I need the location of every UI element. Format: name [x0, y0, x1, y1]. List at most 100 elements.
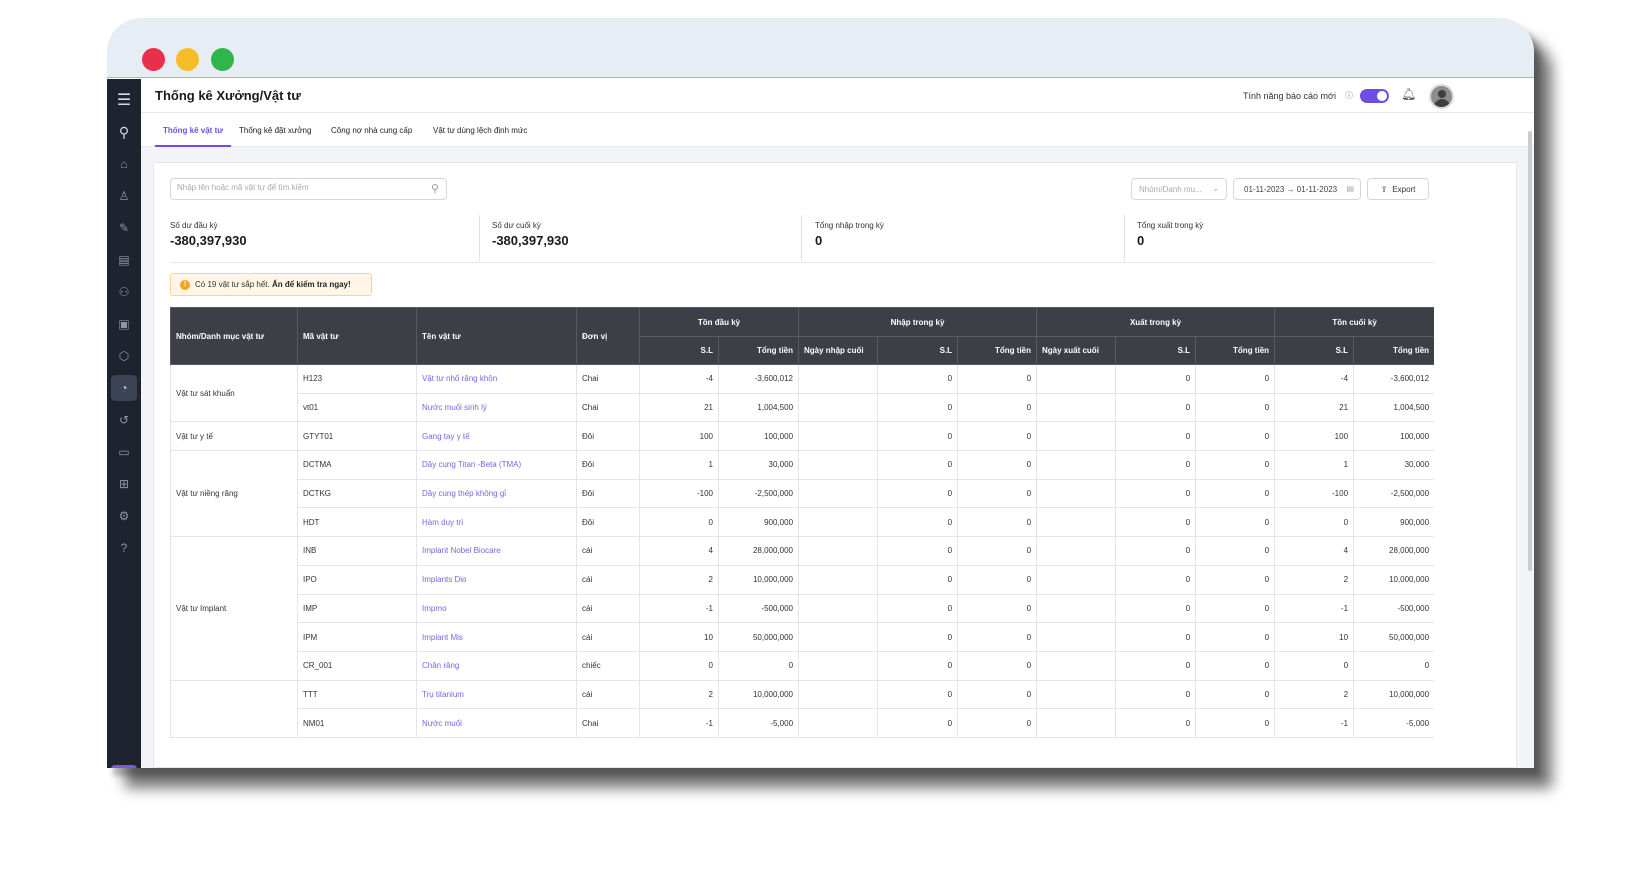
- close-window-button[interactable]: [142, 48, 165, 71]
- cell-opening-total: -3,600,012: [717, 364, 800, 394]
- cell-export-qty: 0: [1115, 392, 1197, 423]
- search-input[interactable]: [177, 183, 417, 192]
- bell-icon[interactable]: 🔔︎: [1401, 87, 1416, 101]
- tab-supplier-debt[interactable]: Công nợ nhà cung cấp: [331, 126, 412, 135]
- group-select[interactable]: Nhóm/Danh mu... ⌄: [1131, 178, 1227, 200]
- cell-closing-qty: 2: [1274, 679, 1355, 710]
- cell-import-total: 0: [957, 708, 1038, 738]
- table-row[interactable]: vt01 Nước muối sinh lý Chai 21 1,004,500 0 0 0 0…: [171, 392, 1434, 423]
- tooth-icon[interactable]: ✎: [107, 215, 141, 241]
- cell-export-qty: 0: [1115, 564, 1197, 595]
- calendar-badge-icon[interactable]: 01: [111, 765, 137, 768]
- cell-name[interactable]: Hàm duy trì: [416, 507, 577, 538]
- cell-closing-qty: -100: [1274, 478, 1355, 509]
- cell-import-qty: 0: [877, 478, 959, 509]
- header-name: Tên vật tư: [416, 307, 577, 365]
- cell-opening-total: 28,000,000: [717, 536, 800, 566]
- info-icon[interactable]: ⓘ: [1345, 90, 1353, 101]
- cell-last-export-date: [1036, 364, 1117, 394]
- home-icon[interactable]: ⌂: [107, 151, 141, 177]
- table-row[interactable]: HDT Hàm duy trì Đôi 0 900,000 0 0 0 0 0 900,000: [171, 507, 1434, 538]
- apps-icon[interactable]: ⊞: [107, 471, 141, 497]
- export-label: Export: [1392, 184, 1416, 194]
- cell-last-import-date: [798, 421, 879, 452]
- cell-export-total: 0: [1195, 622, 1276, 652]
- date-range-value: 01-11-2023 → 01-11-2023: [1244, 185, 1338, 194]
- table-row[interactable]: Vật tư niềng răng DCTMA Dây cung Titan -Be…: [170, 450, 1434, 538]
- cell-name[interactable]: Nước muối: [416, 708, 577, 738]
- header-import-total: Tổng tiền: [957, 336, 1038, 365]
- cell-group: Vật tư Implant: [170, 536, 298, 681]
- help-icon[interactable]: ?: [107, 535, 141, 561]
- cell-import-total: 0: [957, 622, 1038, 652]
- cell-export-total: 0: [1195, 564, 1276, 595]
- avatar[interactable]: [1429, 84, 1454, 109]
- cell-opening-total: 10,000,000: [717, 679, 800, 710]
- tab-workshop-orders[interactable]: Thống kê đặt xưởng: [239, 126, 311, 135]
- table-row[interactable]: IMP Impmo cái -1 -500,000 0 0 0 0 -1 -500,000: [171, 593, 1434, 624]
- cell-name[interactable]: Implant Mis: [416, 622, 577, 652]
- cell-name[interactable]: Trụ titanium: [416, 679, 577, 710]
- cell-export-total: 0: [1195, 536, 1276, 566]
- image-icon[interactable]: ▣: [107, 311, 141, 337]
- alert-text: Có 19 vật tư sắp hết.: [195, 280, 270, 289]
- header-group: Nhóm/Danh mục vật tư: [170, 307, 298, 365]
- calendar-icon[interactable]: ▤: [107, 247, 141, 273]
- table-row[interactable]: NM01 Nước muối Chai -1 -5,000 0 0 0 0 -1 -5,000: [171, 708, 1434, 738]
- page-scrollbar[interactable]: [1528, 131, 1532, 571]
- table-row[interactable]: TTT Trụ titanium cái 2 10,000,000 0 0 0 0 2 10,000…: [170, 679, 1434, 738]
- cell-name[interactable]: Chân răng: [416, 650, 577, 681]
- date-range-picker[interactable]: 01-11-2023 → 01-11-2023 ▤: [1233, 178, 1361, 200]
- cell-export-total: 0: [1195, 650, 1276, 681]
- users-icon[interactable]: ⚇: [107, 279, 141, 305]
- user-icon[interactable]: ♙: [107, 183, 141, 209]
- summary-stats: Số dư đầu kỳ -380,397,930 Số dư cuối kỳ …: [170, 215, 1434, 263]
- cell-export-total: 0: [1195, 507, 1276, 538]
- table-row[interactable]: Vật tư Implant INB Implant Nobel Biocare cá…: [170, 536, 1434, 681]
- search-icon[interactable]: ⚲: [431, 182, 439, 195]
- cell-last-export-date: [1036, 564, 1117, 595]
- box-icon[interactable]: ⬡: [107, 343, 141, 369]
- cell-export-total: 0: [1195, 450, 1276, 480]
- cell-import-total: 0: [957, 536, 1038, 566]
- cell-export-total: 0: [1195, 421, 1276, 452]
- menu-icon[interactable]: ☰: [107, 87, 141, 113]
- cell-export-qty: 0: [1115, 536, 1197, 566]
- cell-name[interactable]: Dây cung thép không gỉ: [416, 478, 577, 509]
- tab-norm-deviation[interactable]: Vật tư dùng lệch định mức: [433, 126, 527, 135]
- cell-export-qty: 0: [1115, 450, 1197, 480]
- history-icon[interactable]: ↺: [107, 407, 141, 433]
- briefcase-icon[interactable]: ▭: [107, 439, 141, 465]
- alert-check-link[interactable]: Ấn để kiểm tra ngay!: [272, 280, 351, 289]
- cell-unit: Chai: [576, 364, 640, 394]
- cell-opening-qty: -1: [639, 708, 719, 738]
- table-row[interactable]: CR_001 Chân răng chiếc 0 0 0 0 0 0 0 0: [171, 650, 1434, 681]
- tab-material-stats[interactable]: Thống kê vật tư: [163, 126, 223, 135]
- cell-name[interactable]: Nước muối sinh lý: [416, 392, 577, 423]
- cell-last-export-date: [1036, 679, 1117, 710]
- table-row[interactable]: Vật tư sát khuẩn H123 Vật tư nhổ răng khôn…: [170, 363, 1434, 423]
- export-button[interactable]: ⇪ Export: [1367, 178, 1429, 200]
- cell-name[interactable]: Vật tư nhổ răng khôn: [416, 364, 577, 394]
- chart-icon[interactable]: ◔: [111, 375, 137, 401]
- new-report-label: Tính năng báo cáo mới: [1243, 91, 1336, 101]
- cell-name[interactable]: Gang tay y tế: [416, 421, 577, 452]
- maximize-window-button[interactable]: [211, 48, 234, 71]
- cell-name[interactable]: Impmo: [416, 593, 577, 624]
- report-card: ⚲ Nhóm/Danh mu... ⌄ 01-11-2023 → 01-11-2…: [153, 162, 1517, 768]
- table-row[interactable]: Vật tư y tế GTYT01 Gang tay y tế Đôi 100 100,…: [170, 421, 1434, 452]
- new-report-toggle[interactable]: [1360, 89, 1389, 103]
- cell-closing-qty: -4: [1274, 364, 1355, 394]
- cell-name[interactable]: Dây cung Titan -Beta (TMA): [416, 450, 577, 480]
- table-row[interactable]: IPO Implants Dio cái 2 10,000,000 0 0 0 0 2 10,000…: [171, 564, 1434, 595]
- table-row[interactable]: IPM Implant Mis cái 10 50,000,000 0 0 0 0 10 50,00…: [171, 622, 1434, 652]
- cell-name[interactable]: Implant Nobel Biocare: [416, 536, 577, 566]
- cell-opening-qty: 0: [639, 507, 719, 538]
- search-icon[interactable]: ⚲: [107, 119, 141, 145]
- settings-icon[interactable]: ⚙: [107, 503, 141, 529]
- cell-opening-qty: 0: [639, 650, 719, 681]
- minimize-window-button[interactable]: [176, 48, 199, 71]
- table-row[interactable]: DCTKG Dây cung thép không gỉ Đôi -100 -2,500…: [171, 478, 1434, 509]
- cell-opening-qty: -4: [639, 364, 719, 394]
- cell-name[interactable]: Implants Dio: [416, 564, 577, 595]
